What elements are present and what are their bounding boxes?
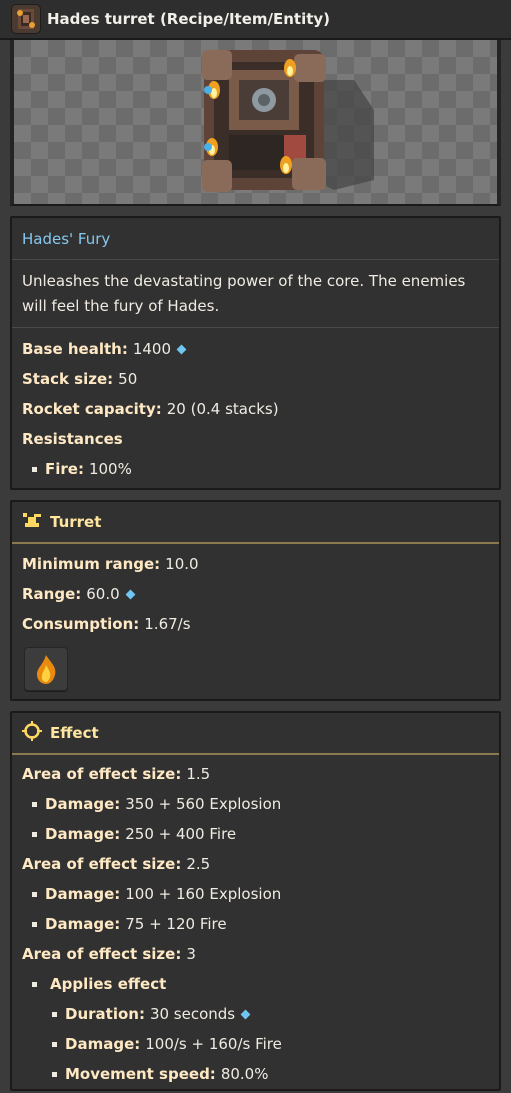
flame-icon <box>37 655 56 684</box>
hades-turret-icon <box>11 4 41 34</box>
info-diamond-icon[interactable] <box>125 589 136 599</box>
applies-effect-row: Applies effect <box>12 969 499 999</box>
bullet-icon <box>52 1011 57 1017</box>
info-diamond-icon[interactable] <box>176 344 187 354</box>
bullet-icon <box>32 466 37 472</box>
bullet-icon <box>32 831 37 837</box>
stat-stack-size: Stack size: 50 <box>22 370 138 388</box>
effect-title: Effect <box>50 724 99 742</box>
applied-movement-speed-row: Movement speed: 80.0% <box>12 1059 499 1089</box>
title-bar: Hades turret (Recipe/Item/Entity) <box>0 0 511 40</box>
bullet-icon <box>32 981 37 987</box>
stat-consumption: Consumption: 1.67/s <box>22 615 191 633</box>
effect-box: Effect Area of effect size: 1.5 Damage: … <box>10 711 501 1091</box>
turret-icon <box>22 511 42 533</box>
item-description: Unleashes the devastating power of the c… <box>12 260 499 328</box>
item-name: Hades' Fury <box>22 229 111 248</box>
aoe-size-row: Area of effect size: 3 <box>22 945 196 963</box>
damage-row: Damage: 250 + 400 Fire <box>12 819 499 849</box>
stat-minimum-range: Minimum range: 10.0 <box>22 555 199 573</box>
info-diamond-icon[interactable] <box>240 1009 251 1019</box>
resistances-heading: Resistances <box>22 430 123 448</box>
item-info-box: Hades' Fury Unleashes the devastating po… <box>10 216 501 490</box>
turret-title: Turret <box>50 513 102 531</box>
ammo-slot[interactable] <box>24 647 68 691</box>
damage-row: Damage: 350 + 560 Explosion <box>12 789 499 819</box>
bullet-icon <box>52 1071 57 1077</box>
bullet-icon <box>32 891 37 897</box>
bullet-icon <box>32 921 37 927</box>
resistance-fire: Fire: 100% <box>12 454 499 484</box>
stat-range: Range: 60.0 <box>12 579 499 609</box>
item-name-header: Hades' Fury <box>12 218 499 260</box>
bullet-icon <box>52 1041 57 1047</box>
entity-image <box>10 40 501 206</box>
bullet-icon <box>32 801 37 807</box>
stat-base-health: Base health: 1400 <box>12 334 499 364</box>
applied-damage-row: Damage: 100/s + 160/s Fire <box>12 1029 499 1059</box>
stat-rocket-capacity: Rocket capacity: 20 (0.4 stacks) <box>22 400 279 418</box>
crosshair-icon <box>22 721 42 745</box>
page-title: Hades turret (Recipe/Item/Entity) <box>47 10 331 28</box>
damage-row: Damage: 100 + 160 Explosion <box>12 879 499 909</box>
turret-header: Turret <box>12 502 499 544</box>
effect-header: Effect <box>12 713 499 755</box>
aoe-size-row: Area of effect size: 1.5 <box>22 765 211 783</box>
turret-box: Turret Minimum range: 10.0 Range: 60.0 C… <box>10 500 501 701</box>
aoe-size-row: Area of effect size: 2.5 <box>22 855 211 873</box>
applied-duration-row: Duration: 30 seconds <box>12 999 499 1029</box>
damage-row: Damage: 75 + 120 Fire <box>12 909 499 939</box>
